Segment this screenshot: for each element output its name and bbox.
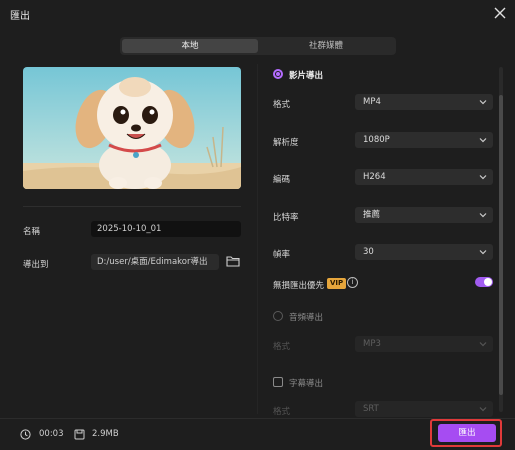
chevron-down-icon bbox=[479, 138, 487, 143]
resolution-select[interactable]: 1080P bbox=[355, 132, 493, 148]
video-export-heading: 影片導出 bbox=[289, 71, 324, 81]
framerate-value: 30 bbox=[363, 247, 374, 257]
framerate-label: 幀率 bbox=[273, 250, 291, 260]
settings-scrollbar[interactable] bbox=[499, 67, 503, 412]
tab-local[interactable]: 本地 bbox=[122, 39, 258, 53]
encoding-label: 編碼 bbox=[273, 175, 291, 185]
tab-social-media[interactable]: 社群媒體 bbox=[258, 39, 394, 53]
audio-export-radio[interactable] bbox=[273, 311, 283, 321]
format-select[interactable]: MP4 bbox=[355, 94, 493, 110]
subtitle-format-value: SRT bbox=[363, 404, 379, 414]
column-divider bbox=[257, 64, 258, 414]
export-path-field[interactable]: D:/user/桌面/Edimakor導出 bbox=[91, 254, 219, 270]
audio-format-label: 格式 bbox=[273, 342, 291, 352]
lossless-priority-label: 無損匯出優先 bbox=[273, 281, 325, 291]
video-export-radio[interactable] bbox=[273, 69, 283, 79]
chevron-down-icon bbox=[479, 342, 487, 347]
export-target-tabs: 本地 社群媒體 bbox=[120, 37, 396, 55]
video-preview-thumbnail bbox=[23, 67, 241, 189]
audio-format-select[interactable]: MP3 bbox=[355, 336, 493, 352]
title-bar: 匯出 bbox=[0, 0, 515, 28]
resolution-value: 1080P bbox=[363, 135, 390, 145]
chevron-down-icon bbox=[479, 250, 487, 255]
name-input[interactable]: 2025-10-10_01 bbox=[91, 221, 241, 237]
scrollbar-thumb[interactable] bbox=[499, 95, 503, 395]
folder-icon[interactable] bbox=[226, 255, 240, 267]
info-icon[interactable]: i bbox=[347, 277, 358, 288]
export-to-label: 導出到 bbox=[23, 260, 49, 270]
left-divider bbox=[23, 206, 241, 207]
framerate-select[interactable]: 30 bbox=[355, 244, 493, 260]
export-button[interactable]: 匯出 bbox=[438, 424, 496, 442]
chevron-down-icon bbox=[479, 100, 487, 105]
vip-badge: VIP bbox=[327, 278, 347, 289]
audio-format-value: MP3 bbox=[363, 339, 381, 349]
subtitle-format-select[interactable]: SRT bbox=[355, 401, 493, 417]
lossless-priority-toggle[interactable] bbox=[475, 277, 493, 287]
window-title: 匯出 bbox=[10, 11, 30, 22]
encoding-value: H264 bbox=[363, 172, 386, 182]
subtitle-export-heading: 字幕導出 bbox=[289, 379, 324, 389]
bitrate-value: 推薦 bbox=[363, 210, 381, 220]
chevron-down-icon bbox=[479, 175, 487, 180]
bitrate-select[interactable]: 推薦 bbox=[355, 207, 493, 223]
name-label: 名稱 bbox=[23, 227, 41, 237]
audio-export-heading: 音頻導出 bbox=[289, 313, 324, 323]
file-size-icon bbox=[74, 429, 85, 443]
close-icon[interactable] bbox=[491, 4, 509, 22]
format-value: MP4 bbox=[363, 97, 381, 107]
encoding-select[interactable]: H264 bbox=[355, 169, 493, 185]
format-label: 格式 bbox=[273, 100, 291, 110]
file-size-text: 2.9MB bbox=[92, 429, 119, 439]
resolution-label: 解析度 bbox=[273, 138, 299, 148]
clock-icon bbox=[20, 429, 31, 443]
subtitle-format-label: 格式 bbox=[273, 407, 291, 417]
bitrate-label: 比特率 bbox=[273, 213, 299, 223]
chevron-down-icon bbox=[479, 407, 487, 412]
subtitle-export-checkbox[interactable] bbox=[273, 377, 283, 387]
duration-text: 00:03 bbox=[39, 429, 64, 439]
chevron-down-icon bbox=[479, 213, 487, 218]
